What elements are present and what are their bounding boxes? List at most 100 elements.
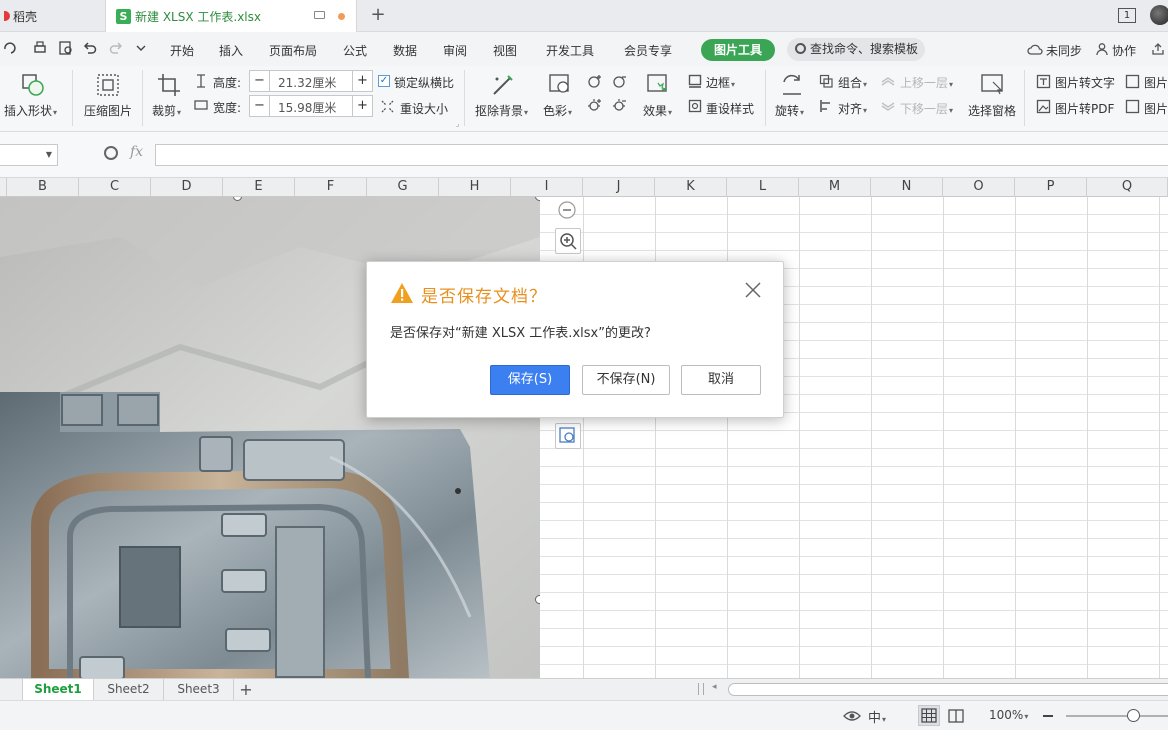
brightness-down-icon[interactable] [612,73,628,89]
height-increment-button[interactable]: + [352,71,372,91]
sheet-tab-3[interactable]: Sheet3 [164,679,234,701]
scroll-left-icon[interactable]: ◂ [712,682,717,692]
chevron-down-icon[interactable]: ▼ [46,150,52,159]
format-painter-icon[interactable] [2,40,18,56]
command-search[interactable]: 查找命令、搜索模板 [787,38,925,61]
reset-style-button[interactable]: 重设样式 [706,100,754,117]
sync-status[interactable]: 未同步 [1046,42,1082,59]
select-pane-button[interactable]: 选择窗格 [968,102,1016,119]
menu-formulas[interactable]: 公式 [343,42,367,59]
color-button[interactable]: 色彩▾ [543,102,572,119]
picture-to-pdf-button[interactable]: 图片转PDF [1055,100,1114,117]
picture-more-button-1[interactable]: 图片 [1144,74,1168,91]
column-header[interactable]: Q [1087,178,1168,197]
tab-docer[interactable]: 稻壳 [0,0,104,32]
width-value[interactable]: 15.98厘米 [278,99,336,116]
menu-data[interactable]: 数据 [393,42,417,59]
column-header[interactable]: C [79,178,151,197]
column-header[interactable]: E [223,178,295,197]
collaborate-button[interactable]: 协作 [1112,42,1136,59]
brightness-up-icon[interactable] [587,73,603,89]
split-handle-icon[interactable] [698,683,704,695]
dont-save-button[interactable]: 不保存(N) [582,365,670,395]
menu-developer[interactable]: 开发工具 [546,42,594,59]
input-method-icon[interactable]: 中▾ [868,707,886,726]
redo-icon[interactable] [108,40,124,56]
bring-forward-button[interactable]: 上移一层▾ [900,74,953,91]
name-box[interactable]: ▼ [0,144,58,166]
sheet-tab-2[interactable]: Sheet2 [94,679,164,701]
print-icon[interactable] [32,40,48,56]
column-header[interactable]: K [655,178,727,197]
width-decrement-button[interactable]: − [250,96,270,116]
column-header[interactable]: N [871,178,943,197]
menu-page-layout[interactable]: 页面布局 [269,42,317,59]
group-button[interactable]: 组合▾ [838,74,867,91]
crop-button[interactable]: 裁剪▾ [152,102,181,119]
user-avatar[interactable] [1150,5,1168,25]
insert-function-button[interactable]: fx [130,144,143,160]
column-header[interactable]: H [439,178,511,197]
size-dialog-launcher-icon[interactable]: ⌟ [456,120,459,128]
zoom-out-icon[interactable] [1043,715,1053,717]
height-value[interactable]: 21.32厘米 [278,74,336,91]
menu-view[interactable]: 视图 [493,42,517,59]
page-layout-view-icon[interactable] [947,708,965,724]
zoom-slider-thumb[interactable] [1127,709,1140,722]
window-count-badge[interactable]: 1 [1118,8,1136,23]
resize-handle[interactable] [535,595,540,604]
column-header[interactable]: M [799,178,871,197]
close-icon[interactable] [743,280,763,300]
lock-ratio-checkbox[interactable]: ✓ [378,75,390,87]
normal-view-button[interactable] [918,705,940,726]
new-tab-button[interactable]: + [370,4,386,25]
save-button[interactable]: 保存(S) [490,365,570,395]
monitor-icon[interactable] [314,11,325,19]
column-header[interactable]: L [727,178,799,197]
picture-preview-button[interactable] [555,423,581,449]
border-button[interactable]: 边框▾ [706,74,735,91]
contrast-down-icon[interactable] [612,97,628,113]
width-increment-button[interactable]: + [352,96,372,116]
column-header[interactable]: D [151,178,223,197]
effects-button[interactable]: 效果▾ [643,102,672,119]
lock-ratio-label[interactable]: 锁定纵横比 [394,74,454,91]
cancel-button[interactable]: 取消 [681,365,761,395]
column-header[interactable]: O [943,178,1015,197]
zoom-picture-button[interactable] [555,228,581,254]
column-header[interactable]: F [295,178,367,197]
column-header[interactable]: J [583,178,655,197]
contrast-up-icon[interactable] [587,97,603,113]
remove-background-button[interactable]: 抠除背景▾ [475,102,528,119]
share-icon[interactable] [1151,42,1165,56]
sheet-tab-1[interactable]: Sheet1 [22,679,94,701]
send-backward-button[interactable]: 下移一层▾ [900,100,953,117]
customize-toolbar-icon[interactable] [133,40,149,56]
menu-insert[interactable]: 插入 [219,42,243,59]
horizontal-scrollbar[interactable] [728,683,1168,696]
collapse-toolbar-icon[interactable] [555,198,581,224]
insert-shape-button[interactable]: 插入形状▾ [4,102,57,119]
zoom-icon[interactable] [104,146,118,160]
formula-input[interactable] [155,144,1168,166]
menu-picture-tools[interactable]: 图片工具 [701,39,775,61]
height-decrement-button[interactable]: − [250,71,270,91]
menu-review[interactable]: 审阅 [443,42,467,59]
compress-picture-button[interactable]: 压缩图片 [84,102,132,119]
column-header[interactable]: G [367,178,439,197]
add-sheet-button[interactable]: + [236,679,256,701]
column-header[interactable] [0,178,7,197]
eye-protection-icon[interactable] [843,708,861,724]
zoom-slider[interactable] [1066,715,1168,717]
tab-document[interactable]: S 新建 XLSX 工作表.xlsx [105,0,357,32]
reset-size-button[interactable]: 重设大小 [400,100,448,117]
menu-home[interactable]: 开始 [170,42,194,59]
zoom-level[interactable]: 100%▾ [989,708,1028,722]
picture-to-text-button[interactable]: 图片转文字 [1055,74,1115,91]
undo-icon[interactable] [82,40,98,56]
print-preview-icon[interactable] [58,40,74,56]
column-header[interactable]: I [511,178,583,197]
column-header[interactable]: P [1015,178,1087,197]
column-header[interactable]: B [7,178,79,197]
align-button[interactable]: 对齐▾ [838,100,867,117]
